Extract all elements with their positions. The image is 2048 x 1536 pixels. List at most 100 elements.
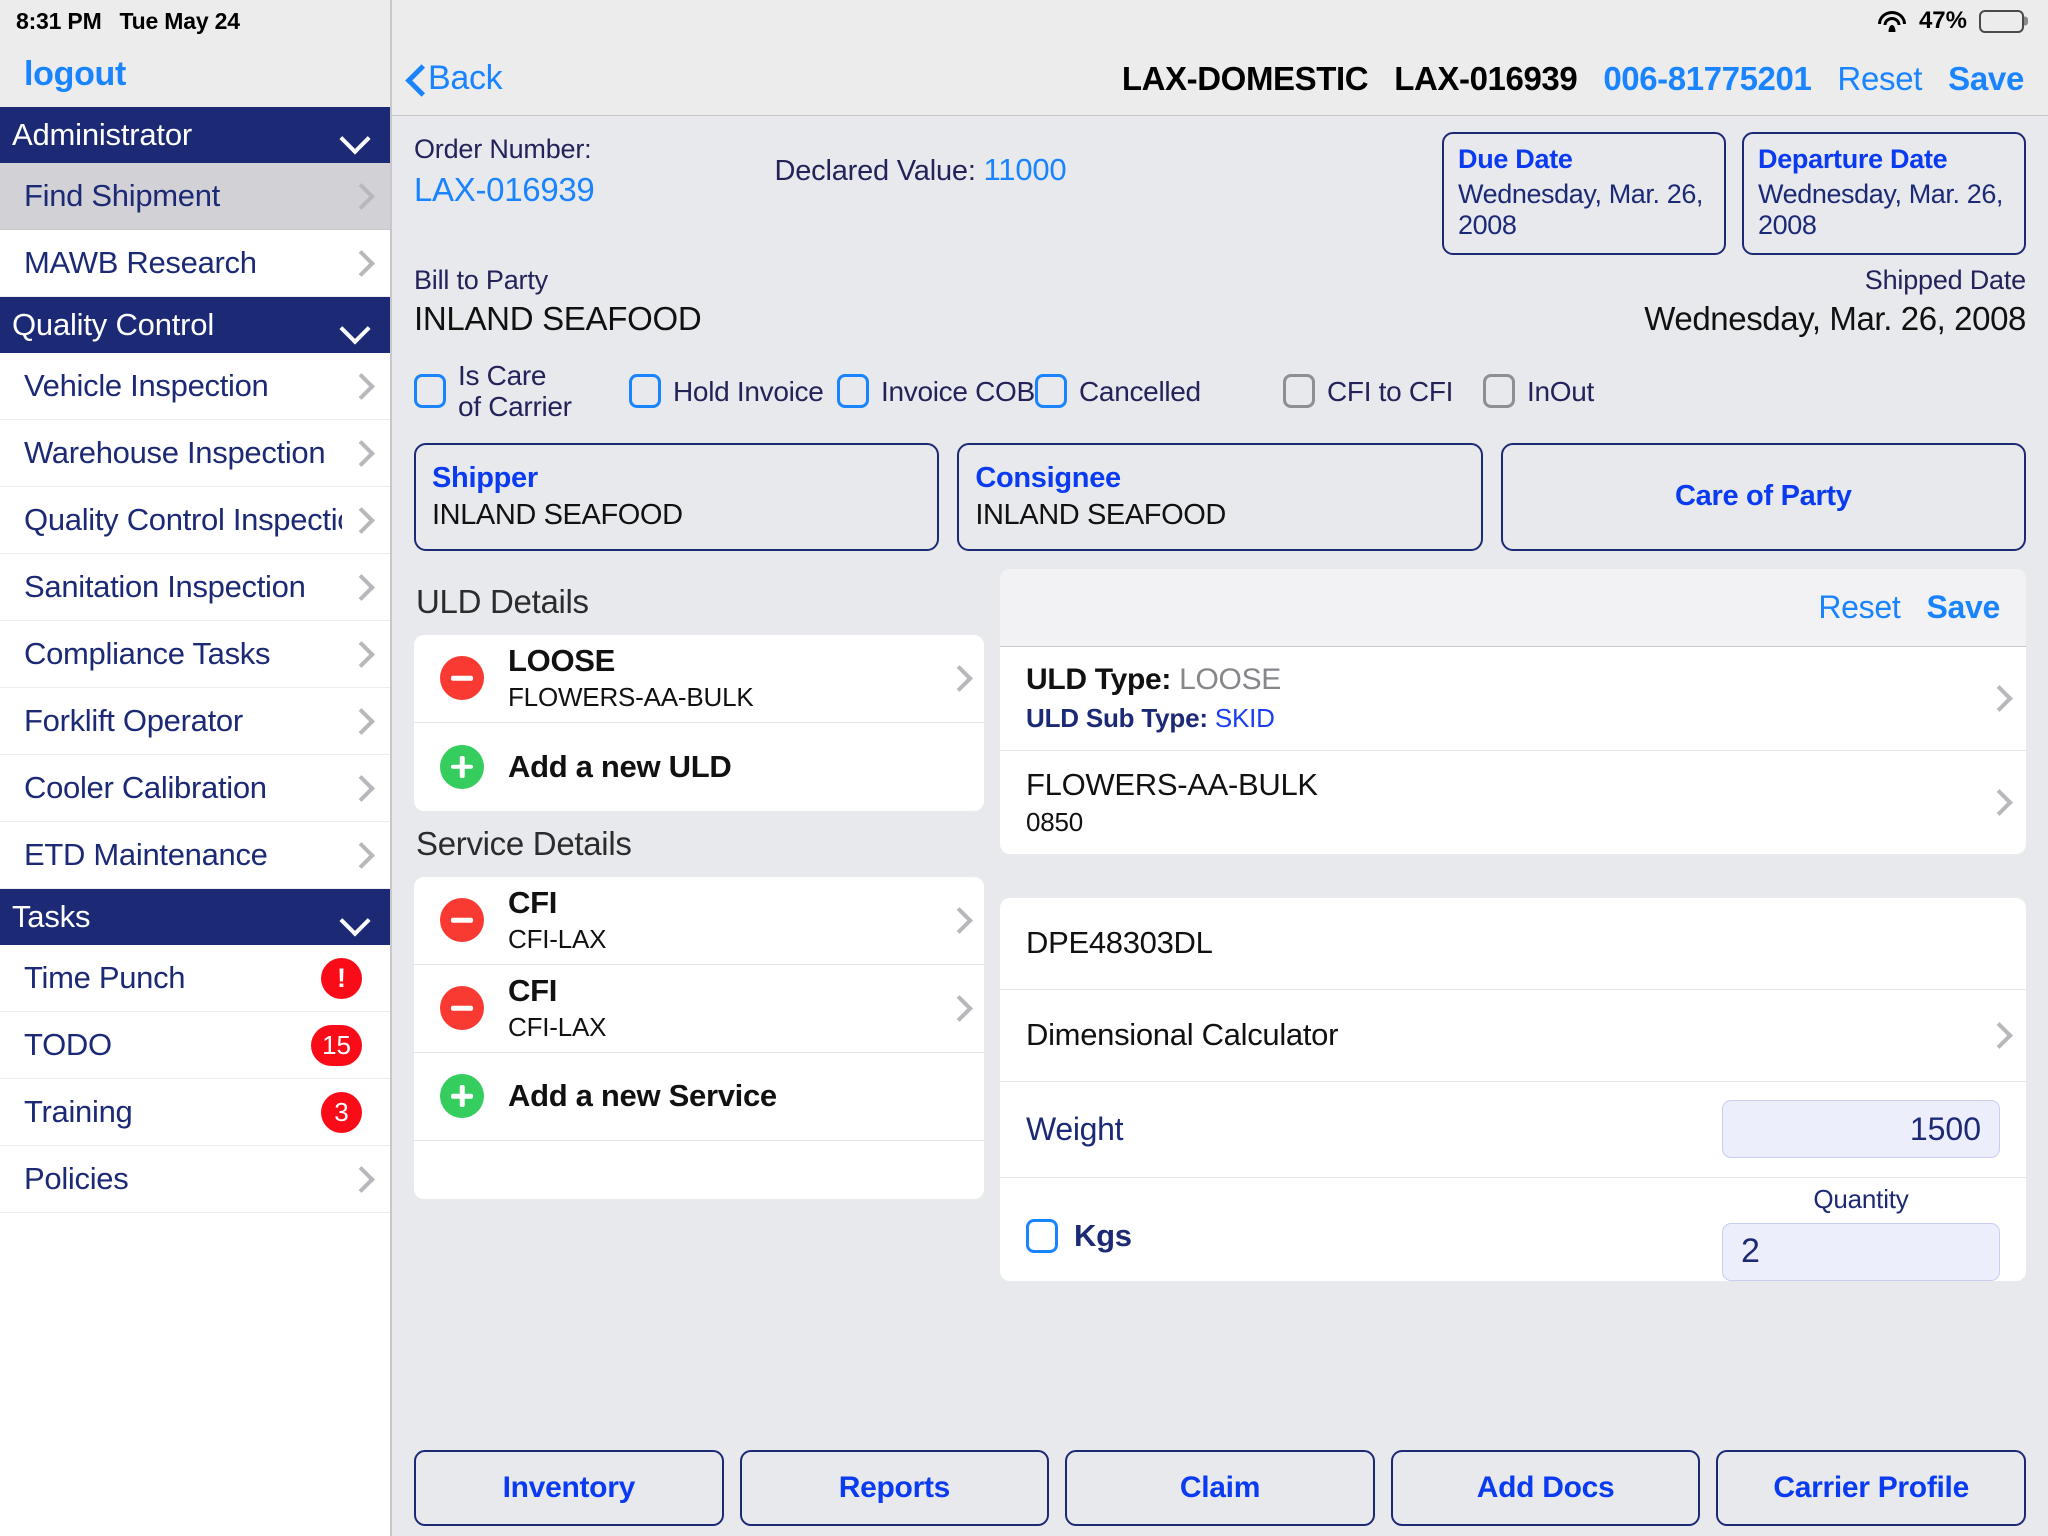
- declared-value-amount: 11000: [983, 152, 1067, 187]
- inventory-button[interactable]: Inventory: [414, 1450, 724, 1526]
- uld-save-button[interactable]: Save: [1926, 589, 2000, 626]
- service-row-title: CFI: [508, 973, 558, 1009]
- bill-to-party-block: Bill to Party INLAND SEAFOOD: [414, 265, 702, 338]
- commodity-code: 0850: [1026, 806, 1084, 837]
- sidebar-item-time-punch[interactable]: Time Punch !: [0, 945, 390, 1012]
- declared-value-label: Declared Value:: [774, 155, 976, 187]
- uld-list-item[interactable]: LOOSE FLOWERS-AA-BULK: [414, 635, 984, 723]
- chevron-right-icon: [352, 1166, 368, 1192]
- sidebar-item-label: Compliance Tasks: [24, 636, 271, 671]
- sidebar-item-quality-control-inspection[interactable]: Quality Control Inspection: [0, 487, 390, 554]
- uld-type-row[interactable]: ULD Type: LOOSE ULD Sub Type: SKID: [1000, 647, 2026, 751]
- status-date: Tue May 24: [119, 7, 240, 34]
- weight-input[interactable]: 1500: [1722, 1100, 2000, 1159]
- dimensional-calculator-row[interactable]: Dimensional Calculator: [1000, 990, 2026, 1082]
- chevron-right-icon: [1990, 1022, 2006, 1048]
- consignee-label: Consignee: [975, 461, 1121, 494]
- checkbox-label: Is Care of Carrier: [458, 360, 572, 423]
- checkbox-hold-invoice[interactable]: Hold Invoice: [629, 374, 837, 409]
- minus-circle-icon[interactable]: [440, 656, 484, 701]
- care-of-party-card[interactable]: Care of Party: [1500, 442, 2026, 551]
- right-column: Reset Save ULD Type: LOOSE ULD Sub Type:…: [1000, 568, 2026, 1440]
- sidebar-group-quality-control[interactable]: Quality Control: [0, 297, 390, 353]
- chevron-down-icon: [342, 128, 368, 143]
- sidebar-item-compliance-tasks[interactable]: Compliance Tasks: [0, 621, 390, 688]
- claim-button[interactable]: Claim: [1065, 1450, 1375, 1526]
- reset-button[interactable]: Reset: [1837, 60, 1922, 98]
- sidebar-item-etd-maintenance[interactable]: ETD Maintenance: [0, 822, 390, 889]
- due-date-value: Wednesday, Mar. 26, 2008: [1458, 179, 1704, 240]
- carrier-profile-button[interactable]: Carrier Profile: [1716, 1450, 2026, 1526]
- uld-details-title: ULD Details: [416, 582, 589, 620]
- party-cards-row: Shipper INLAND SEAFOOD Consignee INLAND …: [414, 442, 2026, 569]
- kgs-checkbox-group[interactable]: Kgs: [1026, 1184, 1132, 1254]
- checkbox-is-care-of-carrier[interactable]: Is Care of Carrier: [414, 360, 629, 423]
- checkbox-cfi-to-cfi[interactable]: CFI to CFI: [1283, 374, 1483, 409]
- back-button[interactable]: Back: [406, 59, 503, 98]
- sidebar-item-sanitation-inspection[interactable]: Sanitation Inspection: [0, 554, 390, 621]
- main-content: 47% Back LAX-DOMESTIC LAX-016939 006-817…: [392, 0, 2048, 1536]
- dpe-code-row[interactable]: DPE48303DL: [1000, 898, 2026, 990]
- sidebar-item-training[interactable]: Training 3: [0, 1079, 390, 1146]
- sidebar-item-forklift-operator[interactable]: Forklift Operator: [0, 688, 390, 755]
- service-list-item[interactable]: CFI CFI-LAX: [414, 877, 984, 965]
- checkbox-box-icon[interactable]: [837, 374, 869, 409]
- order-id-title: LAX-016939: [1394, 59, 1578, 97]
- sidebar-item-label: ETD Maintenance: [24, 837, 268, 872]
- service-details-card: CFI CFI-LAX CFI CFI-LAX Add a new Servic…: [414, 876, 984, 1199]
- kgs-checkbox-icon[interactable]: [1026, 1218, 1058, 1253]
- consignee-card[interactable]: Consignee INLAND SEAFOOD: [957, 442, 1483, 551]
- add-new-service-button[interactable]: Add a new Service: [414, 1053, 984, 1141]
- sidebar-group-tasks[interactable]: Tasks: [0, 889, 390, 945]
- plus-circle-icon[interactable]: [440, 744, 484, 789]
- shipper-card[interactable]: Shipper INLAND SEAFOOD: [414, 442, 940, 551]
- service-row-subtitle: CFI-LAX: [508, 924, 607, 955]
- logout-link[interactable]: logout: [24, 55, 126, 94]
- checkbox-label: Invoice COB: [881, 375, 1035, 407]
- checkbox-box-icon[interactable]: [1483, 374, 1515, 409]
- service-row-subtitle: CFI-LAX: [508, 1012, 607, 1043]
- sidebar-item-policies[interactable]: Policies: [0, 1146, 390, 1213]
- save-button[interactable]: Save: [1948, 60, 2024, 98]
- uld-sub-type-label: ULD Sub Type:: [1026, 702, 1208, 733]
- minus-circle-icon[interactable]: [440, 898, 484, 943]
- quantity-input[interactable]: 2: [1722, 1222, 2000, 1281]
- checkbox-box-icon[interactable]: [1283, 374, 1315, 409]
- add-docs-button[interactable]: Add Docs: [1390, 1450, 1701, 1526]
- awb-number[interactable]: 006-81775201: [1603, 60, 1811, 98]
- sidebar-item-cooler-calibration[interactable]: Cooler Calibration: [0, 755, 390, 822]
- sidebar-item-label: Time Punch: [24, 960, 186, 995]
- checkbox-cancelled[interactable]: Cancelled: [1035, 374, 1283, 409]
- sidebar-item-todo[interactable]: TODO 15: [0, 1012, 390, 1079]
- sidebar-group-label: Quality Control: [12, 307, 215, 342]
- service-list-item[interactable]: CFI CFI-LAX: [414, 965, 984, 1053]
- order-number-value[interactable]: LAX-016939: [414, 171, 595, 209]
- uld-reset-button[interactable]: Reset: [1818, 589, 1900, 626]
- reports-button[interactable]: Reports: [739, 1450, 1050, 1526]
- departure-date-box[interactable]: Departure Date Wednesday, Mar. 26, 2008: [1742, 132, 2026, 255]
- add-new-uld-button[interactable]: Add a new ULD: [414, 723, 984, 811]
- sidebar-item-warehouse-inspection[interactable]: Warehouse Inspection: [0, 420, 390, 487]
- sidebar-group-administrator[interactable]: Administrator: [0, 107, 390, 163]
- sidebar-item-label: Vehicle Inspection: [24, 368, 269, 403]
- minus-circle-icon[interactable]: [440, 986, 484, 1031]
- status-badge: !: [321, 957, 362, 999]
- chevron-right-icon: [352, 373, 368, 399]
- sidebar-item-find-shipment[interactable]: Find Shipment: [0, 163, 390, 230]
- checkbox-inout[interactable]: InOut: [1483, 374, 1594, 409]
- chevron-right-icon: [352, 440, 368, 466]
- chevron-right-icon: [352, 842, 368, 868]
- kgs-label: Kgs: [1074, 1217, 1132, 1253]
- sidebar-item-vehicle-inspection[interactable]: Vehicle Inspection: [0, 353, 390, 420]
- plus-circle-icon[interactable]: [440, 1074, 484, 1119]
- sidebar-group-label: Tasks: [12, 899, 91, 934]
- station-title: LAX-DOMESTIC: [1121, 59, 1369, 97]
- sidebar: 8:31 PM Tue May 24 logout Administrator …: [0, 0, 392, 1536]
- checkbox-invoice-cob[interactable]: Invoice COB: [837, 374, 1035, 409]
- sidebar-item-mawb-research[interactable]: MAWB Research: [0, 230, 390, 297]
- checkbox-box-icon[interactable]: [1035, 374, 1067, 409]
- due-date-box[interactable]: Due Date Wednesday, Mar. 26, 2008: [1442, 132, 1726, 255]
- commodity-row[interactable]: FLOWERS-AA-BULK 0850: [1000, 751, 2026, 854]
- checkbox-box-icon[interactable]: [414, 374, 446, 409]
- checkbox-box-icon[interactable]: [629, 374, 661, 409]
